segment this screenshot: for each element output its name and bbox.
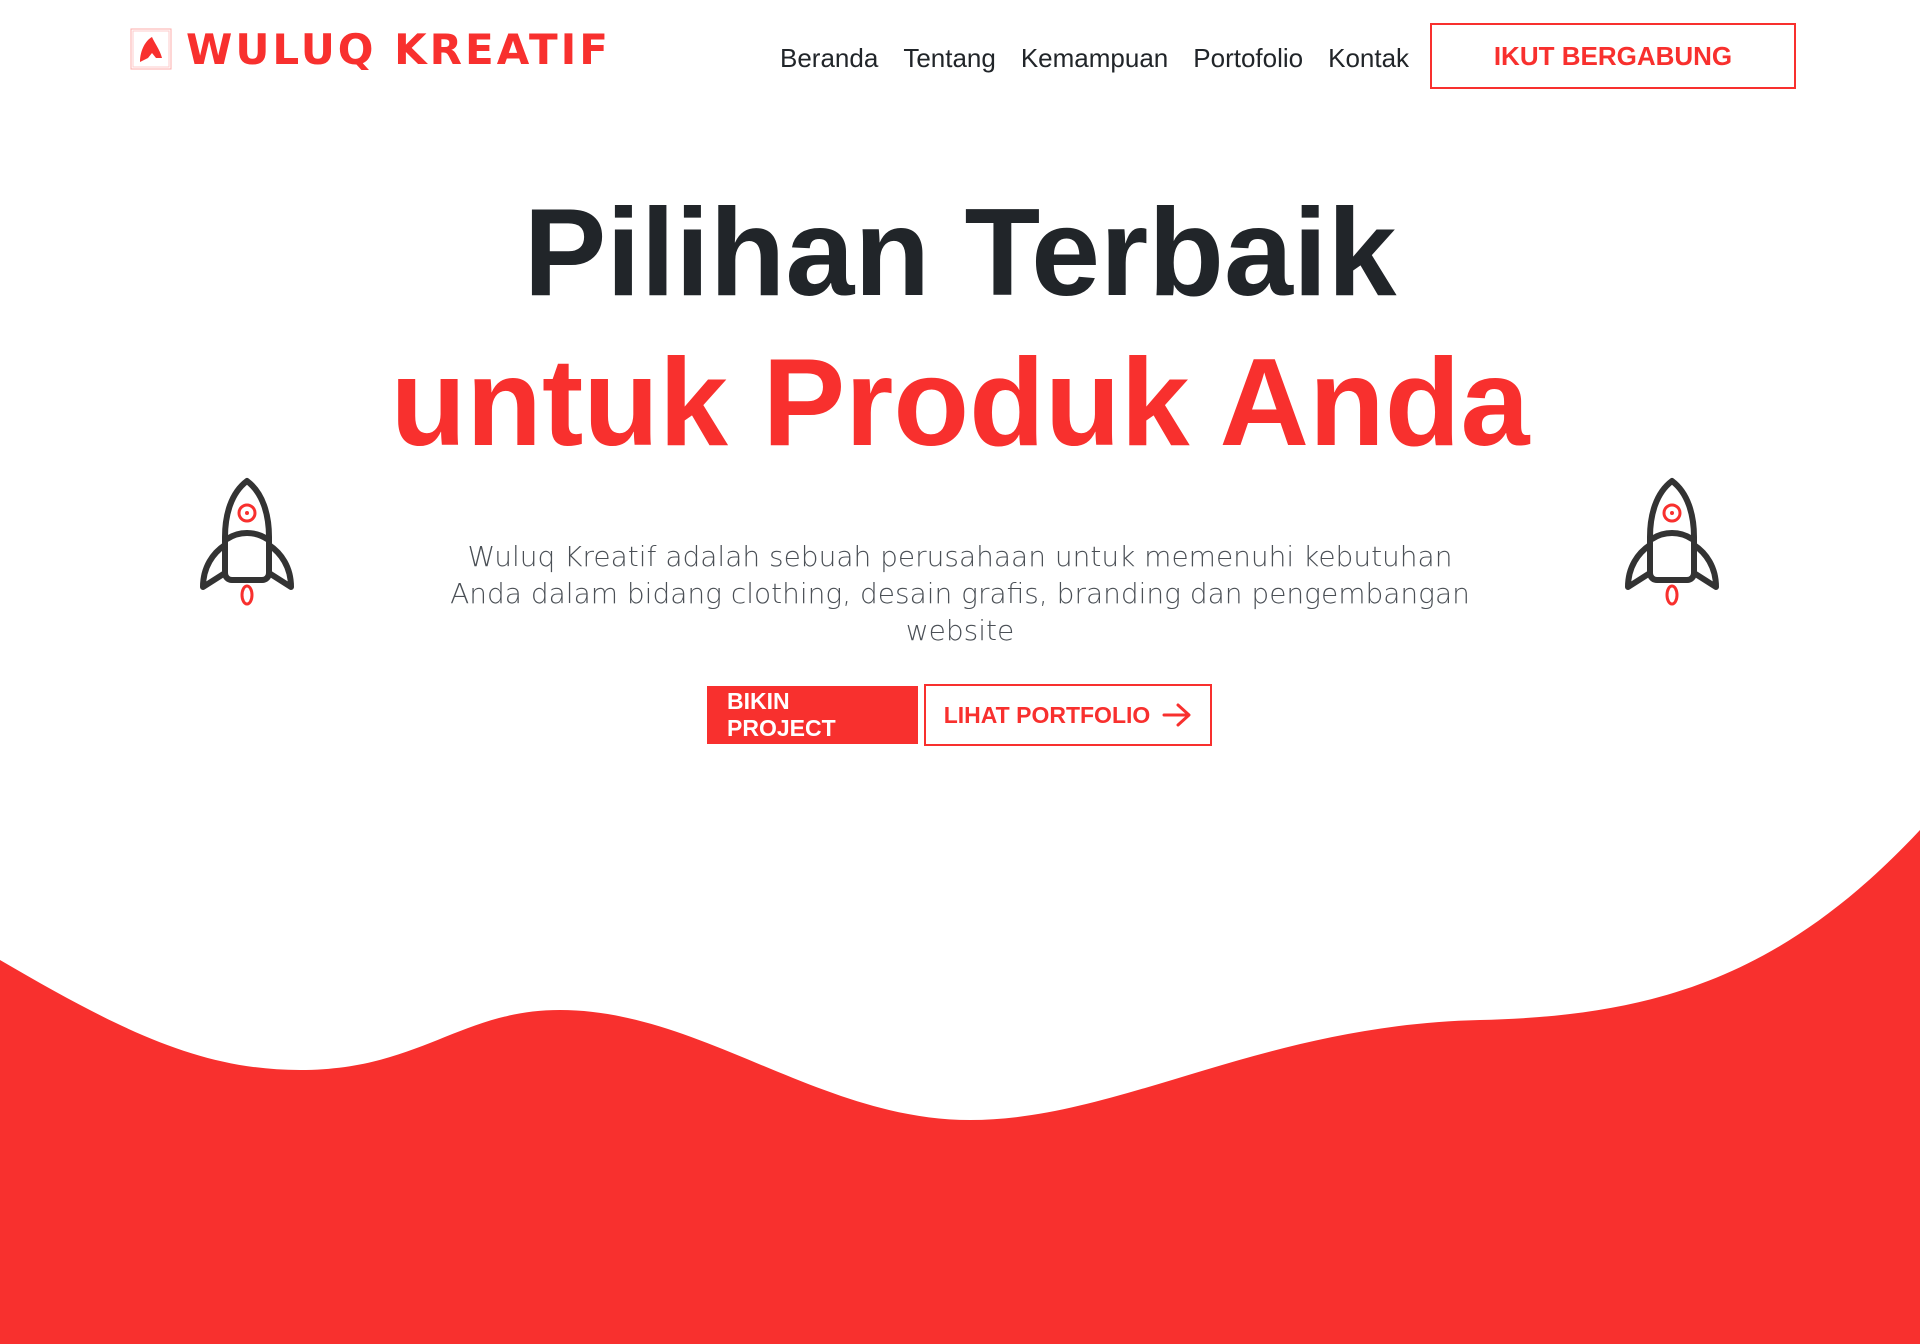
navbar: WULUQ KREATIF Beranda Tentang Kemampuan … xyxy=(0,0,1920,115)
nav-item-portofolio[interactable]: Portofolio xyxy=(1193,36,1303,80)
nav-item-kontak[interactable]: Kontak xyxy=(1328,36,1409,80)
join-button[interactable]: IKUT BERGABUNG xyxy=(1430,23,1796,89)
lihat-portfolio-button[interactable]: LIHAT PORTFOLIO xyxy=(924,684,1212,746)
hero-description: Wuluq Kreatif adalah sebuah perusahaan u… xyxy=(450,540,1470,647)
wave-decoration xyxy=(0,830,1920,1344)
landing-page: WULUQ KREATIF Beranda Tentang Kemampuan … xyxy=(0,0,1920,1344)
rocket-icon xyxy=(1622,475,1722,610)
brand-link[interactable]: WULUQ KREATIF xyxy=(130,28,611,72)
hero-actions: BIKIN PROJECT LIHAT PORTFOLIO xyxy=(707,684,1212,746)
nav-item-tentang[interactable]: Tentang xyxy=(903,36,996,80)
hero-title-line1: Pilihan Terbaik xyxy=(523,184,1397,322)
brand-name: WULUQ KREATIF xyxy=(186,25,611,74)
hero-title-line2: untuk Produk Anda xyxy=(390,334,1530,472)
bikin-project-button[interactable]: BIKIN PROJECT xyxy=(707,686,918,744)
hero-title: Pilihan Terbaik untuk Produk Anda xyxy=(0,178,1920,478)
brand-logo-icon xyxy=(130,28,174,72)
lihat-portfolio-label: LIHAT PORTFOLIO xyxy=(943,701,1151,728)
nav-item-beranda[interactable]: Beranda xyxy=(780,36,878,80)
main-nav: Beranda Tentang Kemampuan Portofolio Kon… xyxy=(780,36,1434,80)
rocket-icon xyxy=(197,475,297,610)
arrow-right-icon xyxy=(1162,702,1192,728)
nav-item-kemampuan[interactable]: Kemampuan xyxy=(1021,36,1168,80)
bikin-project-label: BIKIN PROJECT xyxy=(727,688,836,741)
